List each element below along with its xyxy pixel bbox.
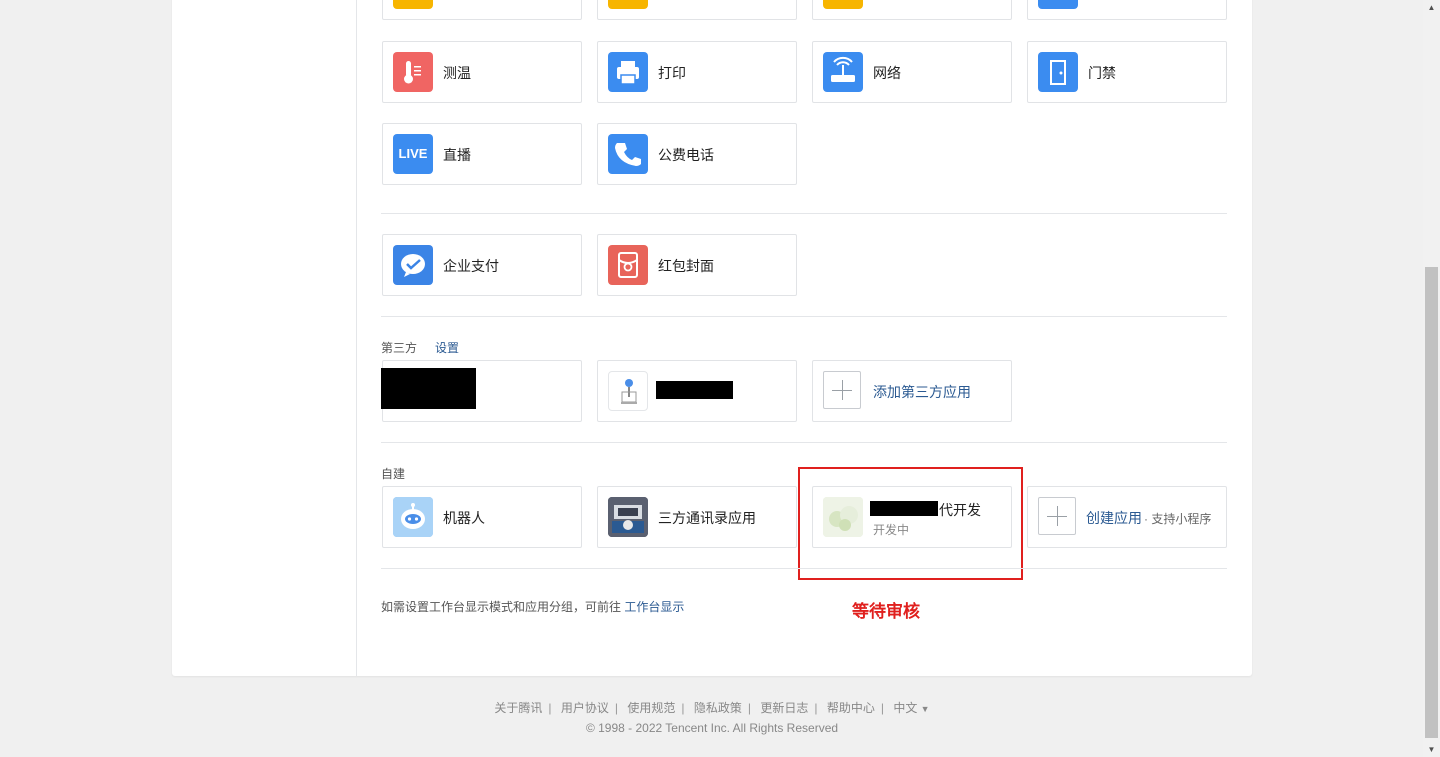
printer-icon (608, 52, 648, 92)
third-party-settings-link[interactable]: 设置 (435, 339, 459, 356)
app-card-enterprise-pay[interactable]: 企业支付 (382, 234, 582, 296)
wechat-pay-icon (393, 245, 433, 285)
door-icon (1038, 52, 1078, 92)
app-label: 网络 (873, 65, 901, 81)
footer-link-rules[interactable]: 使用规范 (627, 701, 675, 715)
workbench-display-link[interactable]: 工作台显示 (624, 600, 684, 614)
scroll-up-icon[interactable]: ▲ (1426, 2, 1437, 13)
plus-icon (823, 371, 861, 409)
plus-icon (1038, 497, 1076, 535)
app-card-red-envelope[interactable]: 红包封面 (597, 234, 797, 296)
caret-down-icon: ▼ (920, 704, 930, 714)
section-label-third-party: 第三方 (381, 341, 418, 355)
app-card-robot[interactable]: 机器人 (382, 486, 582, 548)
yellow-app-icon (608, 0, 648, 9)
yellow-app-icon (823, 0, 863, 9)
create-app-label: 创建应用 (1086, 510, 1142, 526)
router-icon (823, 52, 863, 92)
contacts-app-icon (608, 497, 648, 537)
footer-link-help[interactable]: 帮助中心 (827, 701, 875, 715)
app-card-partial-1[interactable] (382, 0, 582, 20)
app-card-contacts-app[interactable]: 三方通讯录应用 (597, 486, 797, 548)
third-party-app-icon (608, 371, 648, 411)
footer-link-agreement[interactable]: 用户协议 (561, 701, 609, 715)
live-icon-text: LIVE (398, 146, 428, 161)
app-card-network[interactable]: 网络 (812, 41, 1012, 103)
redacted-block (381, 368, 476, 409)
scroll-down-icon[interactable]: ▼ (1426, 744, 1437, 755)
app-label: 企业支付 (443, 258, 499, 274)
create-app-card[interactable]: 创建应用 · 支持小程序 (1027, 486, 1227, 548)
app-card-temperature[interactable]: 测温 (382, 41, 582, 103)
app-label: 公费电话 (658, 147, 714, 163)
language-label: 中文 (893, 701, 918, 715)
language-selector[interactable]: 中文 ▼ (893, 701, 929, 715)
app-card-partial-4[interactable] (1027, 0, 1227, 20)
app-label: 打印 (658, 65, 686, 81)
section-label-self-built: 自建 (381, 467, 406, 481)
add-third-party-app-card[interactable]: 添加第三方应用 (812, 360, 1012, 422)
app-card-partial-2[interactable] (597, 0, 797, 20)
app-label: 三方通讯录应用 (658, 510, 756, 526)
footer-link-privacy[interactable]: 隐私政策 (694, 701, 742, 715)
app-label: 机器人 (443, 510, 485, 526)
yellow-app-icon (393, 0, 433, 9)
app-card-live[interactable]: LIVE 直播 (382, 123, 582, 185)
workbench-hint: 如需设置工作台显示模式和应用分组，可前往 工作台显示 (381, 598, 684, 615)
footer-link-changelog[interactable]: 更新日志 (760, 701, 808, 715)
app-label: 红包封面 (658, 258, 714, 274)
add-third-party-label: 添加第三方应用 (873, 384, 971, 400)
app-card-access-control[interactable]: 门禁 (1027, 41, 1227, 103)
divider (381, 568, 1227, 569)
app-label: 直播 (443, 147, 471, 163)
robot-icon (393, 497, 433, 537)
app-card-print[interactable]: 打印 (597, 41, 797, 103)
app-card-partial-3[interactable] (812, 0, 1012, 20)
thermometer-icon (393, 52, 433, 92)
phone-icon (608, 134, 648, 174)
create-app-suffix: · 支持小程序 (1144, 512, 1212, 526)
scrollbar-thumb[interactable] (1425, 267, 1438, 738)
footer-link-about[interactable]: 关于腾讯 (494, 701, 542, 715)
left-sidebar (172, 0, 357, 676)
annotation-text: 等待审核 (852, 602, 920, 622)
create-app-text: 创建应用 · 支持小程序 (1086, 508, 1211, 528)
divider (381, 316, 1227, 317)
hint-text: 如需设置工作台显示模式和应用分组，可前往 (381, 600, 622, 614)
redacted-label (656, 381, 733, 399)
app-label: 测温 (443, 65, 471, 81)
copyright: © 1998 - 2022 Tencent Inc. All Rights Re… (585, 721, 839, 735)
annotation-box (798, 467, 1023, 580)
app-card-phone[interactable]: 公费电话 (597, 123, 797, 185)
divider (381, 442, 1227, 443)
red-envelope-icon (608, 245, 648, 285)
app-label: 门禁 (1088, 65, 1116, 81)
live-icon: LIVE (393, 134, 433, 174)
footer-links: 关于腾讯 | 用户协议 | 使用规范 | 隐私政策 | 更新日志 | 帮助中心 | 中文 ▼ (494, 701, 930, 715)
app-card-third-party-2[interactable] (597, 360, 797, 422)
blue-app-icon (1038, 0, 1078, 9)
divider (381, 213, 1227, 214)
